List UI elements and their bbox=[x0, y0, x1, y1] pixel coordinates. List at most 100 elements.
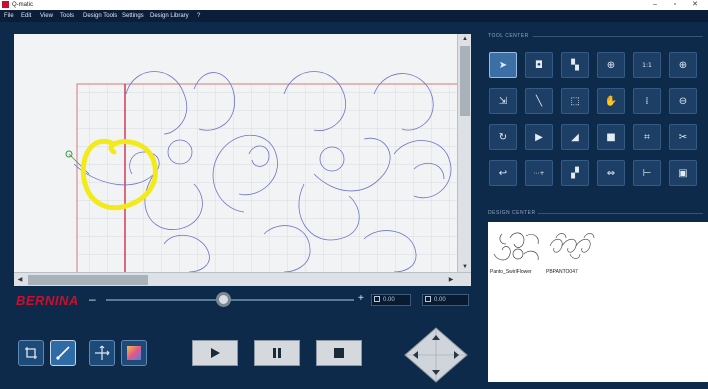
crop-icon bbox=[25, 347, 37, 359]
tool-button-square-fill[interactable]: ■ bbox=[597, 124, 625, 150]
zoom-in-icon: ⊕ bbox=[678, 59, 688, 71]
menu-file[interactable]: File bbox=[4, 12, 14, 20]
node-box-icon: ◘ bbox=[535, 59, 543, 71]
mirror-icon: ◢ bbox=[571, 131, 579, 143]
tool-button-layer-stack[interactable]: ▚ bbox=[561, 52, 589, 78]
dpad-graphic bbox=[404, 327, 468, 383]
align-left-icon: ⊢ bbox=[642, 167, 652, 179]
maximize-button[interactable]: ▫ bbox=[668, 0, 682, 10]
scroll-down-arrow-icon[interactable]: ▼ bbox=[458, 262, 472, 272]
pointer-icon: ➤ bbox=[498, 59, 508, 71]
position-readout-right: 0.00 bbox=[422, 294, 469, 306]
horizontal-scrollbar[interactable]: ◀ ▶ bbox=[14, 272, 471, 286]
app-window: Q-matic – ▫ ✕ File Edit View Tools Desig… bbox=[0, 0, 708, 389]
blocks-icon: ▞ bbox=[571, 167, 579, 179]
stop-icon bbox=[334, 348, 344, 358]
right-panel: TOOL CENTER ➤ ◘ ▚ ⊕ 1:1 ⊕ ⇲ ╲ ⬚ ✋ ⁞ ⊖ ↻ ▶ ◢ ■ ⌗ ✂ ↩ ⋯+ ▞ ⇔ ⊢ ▣ … bbox=[481, 24, 708, 389]
corners-icon: ⌗ bbox=[644, 131, 650, 143]
design-thumbnail-swirl-flower[interactable] bbox=[490, 228, 544, 266]
tool-button-zoom-in[interactable]: ⊕ bbox=[669, 52, 697, 78]
quilt-work-area[interactable] bbox=[14, 34, 457, 272]
color-mode-button[interactable] bbox=[121, 340, 147, 366]
vertical-scroll-thumb[interactable] bbox=[460, 46, 470, 116]
stitch-mode-button[interactable] bbox=[50, 340, 76, 366]
stitch-plus-icon: ⋯+ bbox=[533, 169, 545, 177]
move-mode-button[interactable] bbox=[89, 340, 115, 366]
tool-button-resize-box[interactable]: ⇲ bbox=[489, 88, 517, 114]
zoom-row: BERNINA – + 0.00 0.00 bbox=[14, 289, 471, 311]
readout-right-value: 0.00 bbox=[434, 297, 446, 303]
scroll-up-arrow-icon[interactable]: ▲ bbox=[458, 34, 472, 44]
zoom-in-button[interactable]: + bbox=[358, 291, 364, 307]
title-bar: Q-matic – ▫ ✕ bbox=[0, 0, 708, 10]
crop-mode-button[interactable] bbox=[18, 340, 44, 366]
rotate-icon: ↻ bbox=[498, 131, 508, 143]
tool-button-zoom-one-to-one[interactable]: 1:1 bbox=[633, 52, 661, 78]
tool-button-mirror[interactable]: ◢ bbox=[561, 124, 589, 150]
tool-button-crop-box[interactable]: ⬚ bbox=[561, 88, 589, 114]
menu-design-library[interactable]: Design Library bbox=[150, 12, 189, 20]
scroll-left-arrow-icon[interactable]: ◀ bbox=[14, 273, 26, 287]
tool-button-pointer[interactable]: ➤ bbox=[489, 52, 517, 78]
pbpanto047-preview bbox=[549, 233, 595, 259]
scissors-icon: ✂ bbox=[678, 131, 688, 143]
menu-tools[interactable]: Tools bbox=[60, 12, 74, 20]
image-frame-icon: ▣ bbox=[678, 167, 688, 179]
vertical-scrollbar[interactable]: ▲ ▼ bbox=[457, 34, 471, 272]
tool-button-undo-link[interactable]: ↩ bbox=[489, 160, 517, 186]
zoom-fit-icon: ⊕ bbox=[606, 59, 616, 71]
scroll-right-arrow-icon[interactable]: ▶ bbox=[445, 273, 457, 287]
position-readout-left: 0.00 bbox=[371, 294, 411, 306]
tool-center-divider bbox=[533, 36, 703, 37]
menu-help[interactable]: ? bbox=[197, 12, 200, 20]
tool-button-link-box[interactable]: ⇔ bbox=[597, 160, 625, 186]
undo-link-icon: ↩ bbox=[498, 167, 508, 179]
tool-button-zoom-fit[interactable]: ⊕ bbox=[597, 52, 625, 78]
menu-design-tools[interactable]: Design Tools bbox=[83, 12, 117, 20]
design-thumbnail-pbpanto047[interactable] bbox=[546, 228, 600, 266]
menu-view[interactable]: View bbox=[40, 12, 53, 20]
design-center-panel: Panto_SwirlFlower PBPANTO047 bbox=[488, 222, 708, 382]
pause-icon bbox=[273, 348, 281, 358]
crop-box-icon: ⬚ bbox=[570, 95, 580, 107]
tool-button-hand-pan[interactable]: ✋ bbox=[597, 88, 625, 114]
readout-box-icon bbox=[425, 296, 431, 302]
tool-button-rotate[interactable]: ↻ bbox=[489, 124, 517, 150]
zoom-out-button[interactable]: – bbox=[89, 291, 96, 307]
close-button[interactable]: ✕ bbox=[688, 0, 702, 10]
menu-settings[interactable]: Settings bbox=[122, 12, 144, 20]
stop-button[interactable] bbox=[316, 340, 362, 366]
tool-button-scissors[interactable]: ✂ bbox=[669, 124, 697, 150]
tool-button-triangle-right[interactable]: ▶ bbox=[525, 124, 553, 150]
zoom-slider-knob[interactable] bbox=[215, 292, 231, 307]
direction-pad[interactable] bbox=[404, 327, 468, 383]
zoom-out-icon: ⊖ bbox=[678, 95, 688, 107]
window-title: Q-matic bbox=[12, 2, 33, 8]
minimize-button[interactable]: – bbox=[648, 0, 662, 10]
canvas-panel: ▲ ▼ ◀ ▶ bbox=[14, 34, 471, 286]
hand-pan-icon: ✋ bbox=[604, 95, 618, 107]
tool-button-stitch-plus[interactable]: ⋯+ bbox=[525, 160, 553, 186]
tool-button-zoom-out[interactable]: ⊖ bbox=[669, 88, 697, 114]
zoom-one-to-one-icon: 1:1 bbox=[642, 61, 652, 69]
tool-button-corners[interactable]: ⌗ bbox=[633, 124, 661, 150]
tool-button-node-box[interactable]: ◘ bbox=[525, 52, 553, 78]
pattern-canvas bbox=[65, 71, 457, 272]
play-button[interactable] bbox=[192, 340, 238, 366]
horizontal-scroll-thumb[interactable] bbox=[28, 275, 148, 285]
design-center-label: DESIGN CENTER bbox=[488, 210, 536, 216]
design-name-swirl-flower: Panto_SwirlFlower bbox=[490, 269, 532, 275]
readout-left-value: 0.00 bbox=[383, 297, 395, 303]
design-center-divider bbox=[538, 213, 703, 214]
needle-icon bbox=[56, 346, 70, 360]
triangle-right-icon: ▶ bbox=[535, 131, 543, 143]
link-box-icon: ⇔ bbox=[606, 167, 616, 179]
play-icon bbox=[211, 348, 220, 358]
menu-edit[interactable]: Edit bbox=[21, 12, 31, 20]
tool-button-align-left[interactable]: ⊢ bbox=[633, 160, 661, 186]
tool-button-image-frame[interactable]: ▣ bbox=[669, 160, 697, 186]
tool-button-wand[interactable]: ╲ bbox=[525, 88, 553, 114]
tool-button-blocks[interactable]: ▞ bbox=[561, 160, 589, 186]
tool-button-dots-grid[interactable]: ⁞ bbox=[633, 88, 661, 114]
pause-button[interactable] bbox=[254, 340, 300, 366]
